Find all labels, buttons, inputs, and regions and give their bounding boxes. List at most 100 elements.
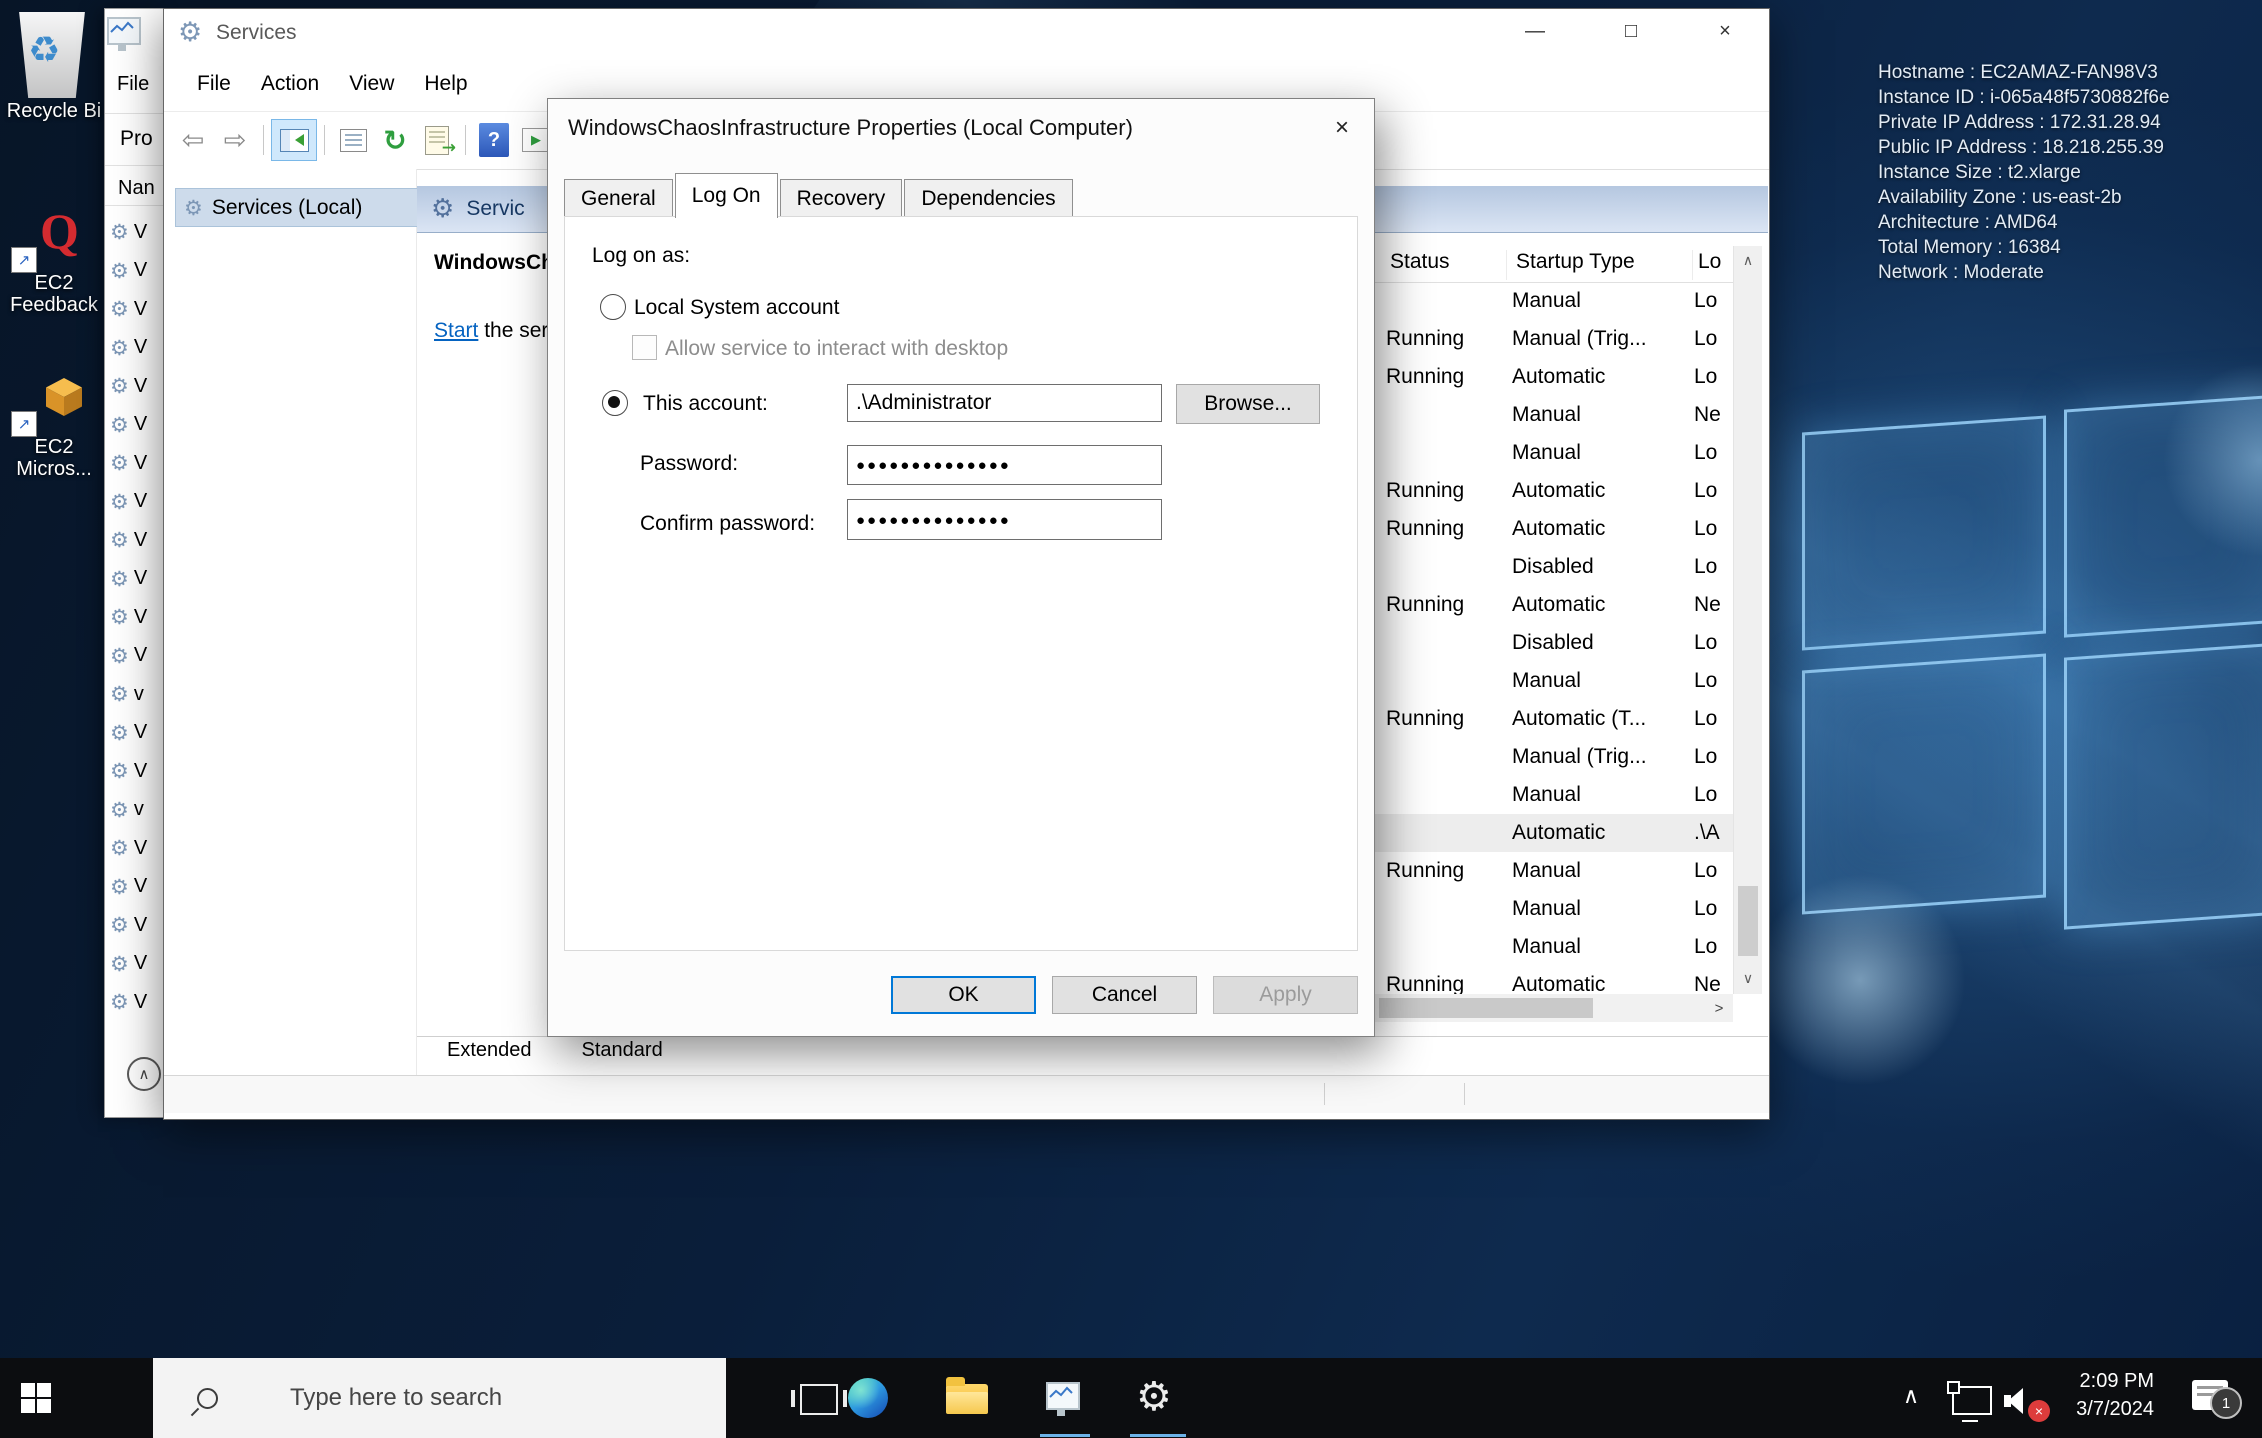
service-row[interactable]: ⚙ V	[110, 829, 165, 868]
column-header-name[interactable]: Nan	[118, 177, 155, 200]
tray-expand-icon[interactable]: ∧	[1903, 1384, 1919, 1409]
background-window[interactable]: File Pro Nan ⚙ V ⚙ V ⚙ V ⚙ V ⚙	[104, 8, 165, 1118]
service-row[interactable]: ⚙ V	[110, 868, 165, 907]
cancel-button[interactable]: Cancel	[1052, 976, 1197, 1014]
dialog-tab[interactable]: Log On	[675, 173, 778, 218]
menu-item[interactable]: File	[197, 72, 231, 96]
task-view-button[interactable]	[800, 1384, 838, 1415]
service-row[interactable]: ⚙ V	[110, 213, 165, 252]
confirm-password-field[interactable]: ●●●●●●●●●●●●●●	[847, 499, 1162, 540]
dialog-tab[interactable]: Dependencies	[904, 179, 1072, 218]
scroll-up-arrow-icon[interactable]: ∧	[1734, 246, 1762, 276]
service-row[interactable]: ⚙ V	[110, 367, 165, 406]
service-row[interactable]: Running Automatic Lo	[1375, 510, 1733, 548]
show-console-tree-button[interactable]	[271, 119, 317, 161]
service-row[interactable]: Manual Lo	[1375, 890, 1733, 928]
service-row[interactable]: Running Automatic Lo	[1375, 472, 1733, 510]
horizontal-scrollbar[interactable]: >	[1375, 994, 1733, 1022]
service-row[interactable]: Manual Ne	[1375, 396, 1733, 434]
scroll-right-arrow-icon[interactable]: >	[1705, 994, 1733, 1022]
apply-button[interactable]: Apply	[1213, 976, 1358, 1014]
refresh-button[interactable]: ↻	[374, 119, 416, 161]
this-account-label[interactable]: This account:	[643, 392, 768, 416]
service-row[interactable]: ⚙ V	[110, 637, 165, 676]
service-row[interactable]: Manual Lo	[1375, 434, 1733, 472]
service-row[interactable]: Running Manual (Trig... Lo	[1375, 320, 1733, 358]
service-row[interactable]: ⚙ V	[110, 945, 165, 984]
ec2-feedback-label[interactable]: EC2	[0, 272, 110, 295]
service-row[interactable]: Manual Lo	[1375, 776, 1733, 814]
menu-file[interactable]: File	[117, 73, 149, 96]
service-row[interactable]: Running Automatic Ne	[1375, 586, 1733, 624]
maximize-button[interactable]: □	[1602, 9, 1660, 53]
dialog-close-button[interactable]: ×	[1324, 111, 1360, 145]
service-row[interactable]: ⚙ V	[110, 906, 165, 945]
service-row[interactable]: Manual Lo	[1375, 928, 1733, 966]
browse-button[interactable]: Browse...	[1176, 384, 1320, 424]
column-divider[interactable]	[1506, 250, 1507, 280]
column-divider[interactable]	[1692, 250, 1693, 280]
service-row[interactable]: Manual Lo	[1375, 662, 1733, 700]
service-row[interactable]: ⚙ V	[110, 983, 165, 1022]
service-row[interactable]: ⚙ V	[110, 714, 165, 753]
column-header-status[interactable]: Status	[1390, 250, 1450, 274]
service-row[interactable]: Disabled Lo	[1375, 548, 1733, 586]
service-row[interactable]: ⚙ V	[110, 252, 165, 291]
export-list-button[interactable]: →	[416, 119, 458, 161]
forward-button[interactable]: ⇨	[214, 119, 256, 161]
dialog-tab[interactable]: General	[564, 179, 673, 218]
ec2-microsoft-label[interactable]: EC2	[0, 436, 110, 459]
start-button[interactable]	[0, 1358, 72, 1438]
file-explorer-icon[interactable]	[946, 1384, 988, 1414]
scroll-down-arrow-icon[interactable]: ∨	[1734, 964, 1762, 994]
service-row[interactable]: ⚙ V	[110, 598, 165, 637]
scrollbar-thumb[interactable]	[1738, 886, 1758, 956]
notification-center-icon[interactable]: 1	[2192, 1380, 2228, 1410]
service-row[interactable]: ⚙ V	[110, 444, 165, 483]
service-row[interactable]: Manual (Trig... Lo	[1375, 738, 1733, 776]
ec2-microsoft-label[interactable]: Micros...	[0, 458, 110, 481]
menu-item[interactable]: View	[349, 72, 394, 96]
service-row[interactable]: ⚙ V	[110, 752, 165, 791]
vertical-scrollbar[interactable]: ∧ ∨	[1733, 246, 1762, 994]
menu-item[interactable]: Action	[261, 72, 319, 96]
service-row[interactable]: Manual Lo	[1375, 282, 1733, 320]
service-row[interactable]: ⚙ V	[110, 290, 165, 329]
view-tab[interactable]: Standard	[558, 1037, 687, 1064]
close-button[interactable]: ×	[1696, 9, 1754, 53]
menu-item[interactable]: Help	[424, 72, 467, 96]
allow-desktop-checkbox[interactable]	[632, 335, 657, 360]
service-row[interactable]: Running Automatic Ne	[1375, 966, 1733, 994]
back-button[interactable]: ⇦	[172, 119, 214, 161]
edge-browser-icon[interactable]	[848, 1378, 888, 1418]
start-service-link[interactable]: Start	[434, 319, 478, 342]
local-system-label[interactable]: Local System account	[634, 296, 839, 320]
service-row[interactable]: ⚙ v	[110, 791, 165, 830]
service-row[interactable]: ⚙ V	[110, 521, 165, 560]
service-row[interactable]: ⚙ v	[110, 675, 165, 714]
password-field[interactable]: ●●●●●●●●●●●●●●	[847, 445, 1162, 485]
service-row[interactable]: ⚙ V	[110, 329, 165, 368]
service-row[interactable]: Automatic .\A	[1375, 814, 1733, 852]
ok-button[interactable]: OK	[891, 976, 1036, 1014]
service-row[interactable]: ⚙ V	[110, 560, 165, 599]
ec2-microsoft-icon[interactable]	[46, 378, 82, 416]
scroll-up-button[interactable]: ∧	[127, 1057, 161, 1091]
view-tab[interactable]: Extended	[423, 1037, 556, 1064]
service-row[interactable]: Running Automatic (T... Lo	[1375, 700, 1733, 738]
network-tray-icon[interactable]	[1952, 1386, 1992, 1415]
service-row[interactable]: ⚙ V	[110, 483, 165, 522]
volume-muted-icon[interactable]: ×	[2004, 1388, 2038, 1414]
minimize-button[interactable]: —	[1506, 9, 1564, 53]
account-field[interactable]: .\Administrator	[847, 384, 1162, 422]
tree-item-services-local[interactable]: ⚙ Services (Local)	[175, 188, 419, 227]
toolbar-text[interactable]: Pro	[120, 127, 153, 151]
this-account-radio[interactable]	[602, 390, 628, 416]
column-header-log-on-as[interactable]: Lo	[1698, 250, 1721, 274]
help-button[interactable]: ?	[473, 119, 515, 161]
service-row[interactable]: ⚙ V	[110, 406, 165, 445]
service-row[interactable]: Running Manual Lo	[1375, 852, 1733, 890]
services-taskbar-icon[interactable]: ⚙	[1136, 1374, 1172, 1420]
dialog-tab[interactable]: Recovery	[780, 179, 903, 218]
recycle-bin-label[interactable]: Recycle Bi	[0, 100, 110, 123]
